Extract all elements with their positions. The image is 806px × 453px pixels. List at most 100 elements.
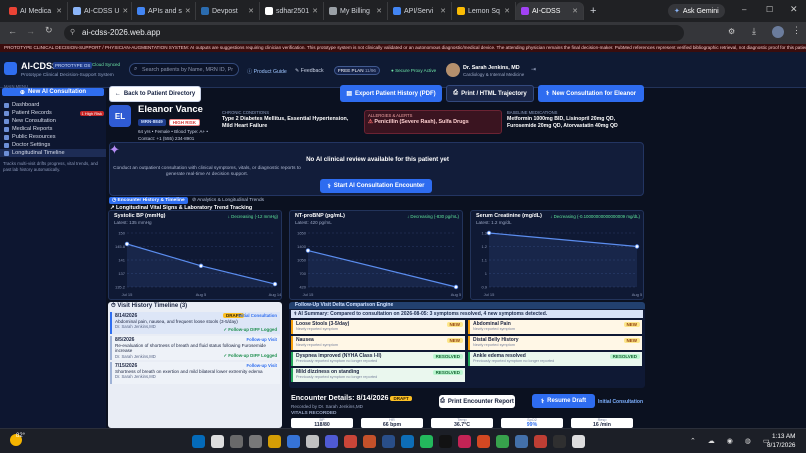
feedback-link[interactable]: ✎ Feedback <box>295 68 324 74</box>
whatsapp-icon[interactable] <box>420 435 433 448</box>
extensions-icon[interactable]: ⚙ <box>728 27 735 36</box>
y-tick-label: 150 <box>118 231 125 236</box>
resume-draft-button[interactable]: ⚕ Resume Draft <box>532 394 595 408</box>
logout-icon[interactable]: ⇥ <box>531 66 536 73</box>
tab-close-icon[interactable]: ✕ <box>572 7 578 15</box>
system-tray-icons[interactable]: ⌃ ☁ ◉ ◍ ▭ <box>690 437 774 445</box>
edge-icon[interactable] <box>401 435 414 448</box>
sidebar-item-dashboard[interactable]: Dashboard <box>0 101 106 109</box>
patient-search-input[interactable]: ⌕ Search patients by Name, MRN ID, Pr <box>129 63 239 76</box>
tab-close-icon[interactable]: ✕ <box>185 7 191 15</box>
print-trajectory-button[interactable]: ⎙ Print / HTML Trajectory <box>446 85 534 102</box>
app-icon[interactable] <box>439 435 452 448</box>
warning-icon: ⚠ <box>368 119 373 125</box>
tab-close-icon[interactable]: ✕ <box>122 7 128 15</box>
tab-close-icon[interactable]: ✕ <box>56 7 62 15</box>
browser-tab[interactable]: Lemon Sq ✕ <box>452 2 516 20</box>
app-icon[interactable] <box>477 435 490 448</box>
sidebar-item-public-resources[interactable]: Public Resources <box>0 133 106 141</box>
browser-tab[interactable]: AI-CDSS ✕ <box>516 2 584 20</box>
app-icon[interactable] <box>458 435 471 448</box>
word-icon[interactable] <box>382 435 395 448</box>
patient-contact: Contact: +1 (555) 234-8901 <box>138 136 195 141</box>
patient-meta: 64 yrs • Female • Blood Type: A+ • <box>138 129 208 134</box>
vital-tile: HR 66 bpm <box>361 418 423 428</box>
app-icon[interactable] <box>363 435 376 448</box>
back-arrow-icon[interactable]: ← <box>8 26 17 36</box>
browser-tab[interactable]: sdhar2501 ✕ <box>260 2 324 20</box>
window-minimize-icon[interactable]: – <box>742 5 746 14</box>
window-close-icon[interactable]: ✕ <box>790 4 798 15</box>
tab-encounter-history[interactable]: ◷ Encounter History & Timeline <box>109 197 188 204</box>
trend-chart: Systolic BP (mmHg) Latest: 135 mmHg ↓ Decr… <box>108 210 282 300</box>
search-icon[interactable] <box>211 435 224 448</box>
visit-card[interactable]: 8/14/2026 DRAFT Initial Consultation Abdomi… <box>110 312 280 334</box>
sidebar-item-longitudinal-timeline[interactable]: Longitudinal Timeline <box>0 149 106 157</box>
window-maximize-icon[interactable]: ☐ <box>766 5 773 14</box>
forward-arrow-icon[interactable]: → <box>26 26 35 36</box>
terminal-icon[interactable] <box>553 435 566 448</box>
app-header: AI-CDSS PROTOTYPE OS Cloud Synced Protot… <box>0 52 806 88</box>
app-icon[interactable] <box>515 435 528 448</box>
tab-analytics-trends[interactable]: ⊘ Analytics & Longitudinal Trends <box>192 197 264 204</box>
cloud-sync-badge: Cloud Synced <box>92 62 121 67</box>
download-icon[interactable]: ⤓ <box>752 26 756 37</box>
powerpoint-icon[interactable] <box>344 435 357 448</box>
sidebar-item-doctor-settings[interactable]: Doctor Settings <box>0 141 106 149</box>
chronic-conditions-card: CHRONIC CONDITIONS Type 2 Diabetes Melli… <box>222 110 349 129</box>
profile-icon[interactable] <box>772 26 784 38</box>
doctor-department: Cardiology & Internal Medicine <box>463 72 525 77</box>
new-tab-button[interactable]: + <box>590 5 596 17</box>
start-icon[interactable] <box>192 435 205 448</box>
tab-close-icon[interactable]: ✕ <box>248 7 254 15</box>
menu-icon[interactable]: ⋮ <box>792 25 801 36</box>
chart-latest: Latest: 420 pg/mL <box>295 220 332 225</box>
browser-tab[interactable]: AI-CDSS U ✕ <box>68 2 132 20</box>
visit-card[interactable]: 7/15/2026 Follow-up Visit Shortness of bre… <box>110 362 280 384</box>
product-guide-link[interactable]: ⓘ Product Guide <box>247 68 287 75</box>
app-icon[interactable] <box>496 435 509 448</box>
trend-chart: Serum Creatinine (mg/dL) Latest: 1.2 mg/d… <box>470 210 644 300</box>
browser-tab[interactable]: Devpost ✕ <box>196 2 260 20</box>
plan-badge[interactable]: FREE PLAN 11/96 <box>334 66 380 75</box>
app-icon[interactable] <box>572 435 585 448</box>
print-encounter-button[interactable]: ⎙ Print Encounter Report <box>439 395 515 408</box>
widgets-icon[interactable] <box>249 435 262 448</box>
sidebar-item-medical-reports[interactable]: Medical Reports <box>0 125 106 133</box>
browser-tab[interactable]: APIs and s ✕ <box>132 2 196 20</box>
tab-close-icon[interactable]: ✕ <box>312 7 318 15</box>
high-risk-count-badge: 1 High Risk <box>79 110 104 116</box>
patient-name: Eleanor Vance <box>138 104 203 115</box>
new-consultation-patient-button[interactable]: ⚕ New Consultation for Eleanor <box>538 85 644 102</box>
visit-card[interactable]: 8/5/2026 Follow-up Visit Re-evaluation of … <box>110 336 280 360</box>
copilot-icon[interactable] <box>268 435 281 448</box>
chrome-icon[interactable] <box>534 435 547 448</box>
tab-favicon-icon <box>137 7 145 15</box>
browser-tab[interactable]: AI Medica ✕ <box>4 2 68 20</box>
start-ai-consultation-button[interactable]: ⚕ Start AI Consultation Encounter <box>320 179 432 193</box>
data-point <box>124 241 130 247</box>
browser-tab[interactable]: My Billing ✕ <box>324 2 388 20</box>
export-pdf-button[interactable]: ▤ Export Patient History (PDF) <box>340 85 442 102</box>
back-to-directory-button[interactable]: ← Back to Patient Directory <box>109 86 201 102</box>
file-explorer-icon[interactable] <box>287 435 300 448</box>
sidebar-item-patient-records[interactable]: Patient Records 1 High Risk <box>0 109 106 117</box>
tab-close-icon[interactable]: ✕ <box>504 7 510 15</box>
x-tick-label: Aug 5 <box>632 292 643 297</box>
ask-gemini-button[interactable]: ✦ Ask Gemini <box>668 4 725 18</box>
avatar[interactable] <box>446 63 460 77</box>
sidebar-item-new-consultation[interactable]: New Consultation <box>0 117 106 125</box>
task-view-icon[interactable] <box>230 435 243 448</box>
tab-close-icon[interactable]: ✕ <box>376 7 382 15</box>
browser-tab[interactable]: API/Servi ✕ <box>388 2 452 20</box>
url-field[interactable]: ⚲ ai-cdss-2026.web.app <box>64 25 684 41</box>
clock-time: 1:13 AM <box>772 433 796 440</box>
visit-history-panel: ⏱ Visit History Timeline (3) 8/14/2026 DR… <box>108 302 282 428</box>
reload-icon[interactable]: ↻ <box>45 25 53 36</box>
app-icon[interactable] <box>306 435 319 448</box>
tab-close-icon[interactable]: ✕ <box>440 7 446 15</box>
ai-review-empty-state: ✦ No AI clinical review available for th… <box>109 142 644 196</box>
chart-trend-badge: ↓ Decreasing (-12 mmHg) <box>227 214 278 219</box>
vs-code-icon[interactable] <box>325 435 338 448</box>
new-ai-consultation-button[interactable]: ⊕ New AI Consultation <box>2 88 104 96</box>
